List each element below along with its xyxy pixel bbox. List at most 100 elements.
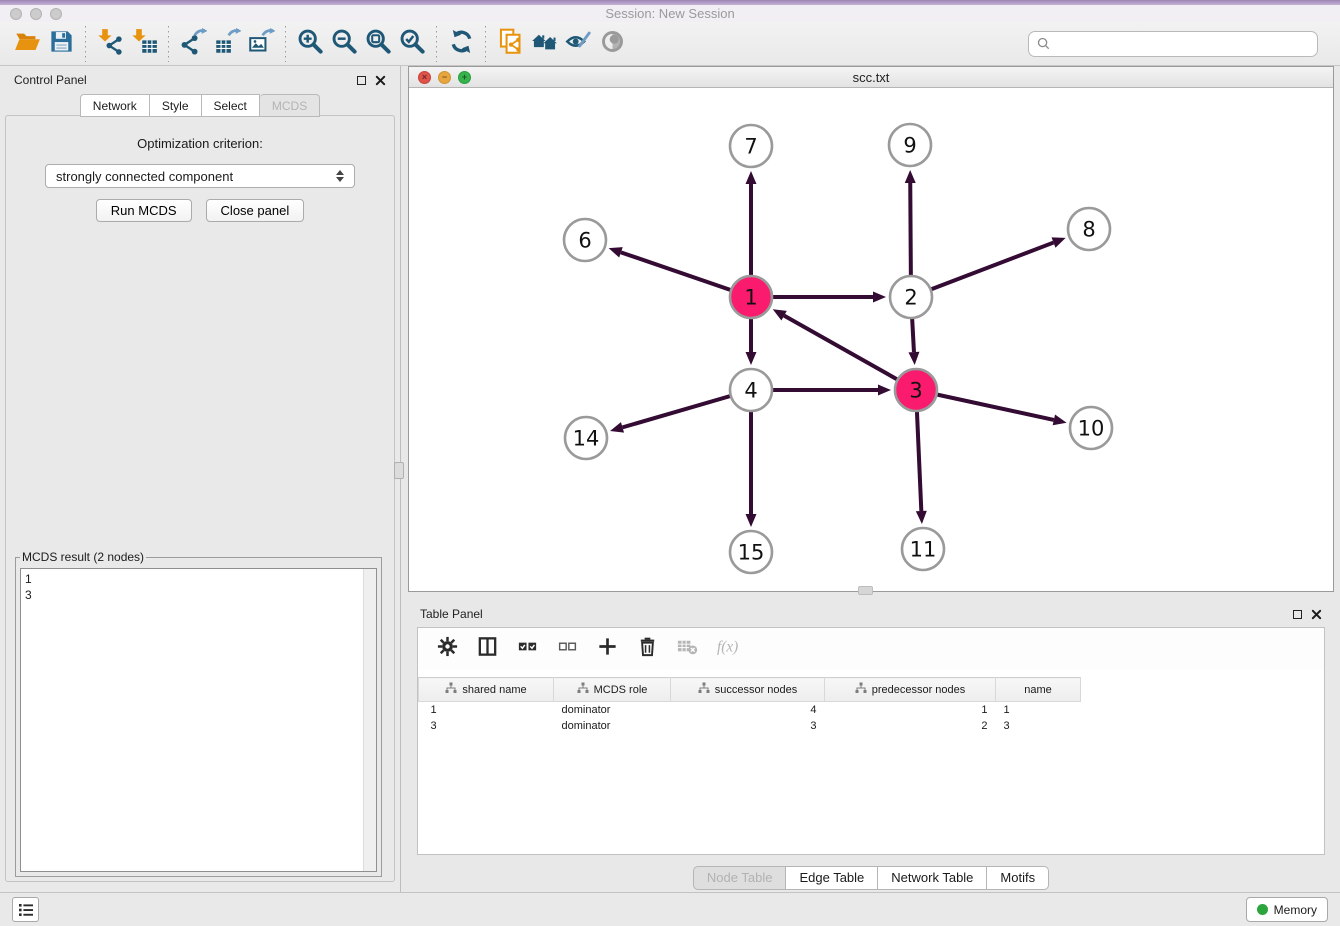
- export-network-icon: [180, 28, 207, 60]
- control-panel-tabs: NetworkStyleSelectMCDS: [0, 94, 400, 117]
- close-panel-button[interactable]: Close panel: [206, 199, 305, 222]
- function-builder-button: f(x): [716, 635, 739, 663]
- select-all-button[interactable]: [516, 635, 539, 663]
- close-panel-icon[interactable]: [375, 75, 386, 86]
- export-image-button[interactable]: [244, 27, 278, 61]
- zoom-fit-icon: [365, 28, 392, 60]
- zoom-in-button[interactable]: [293, 27, 327, 61]
- horizontal-split-handle[interactable]: [858, 586, 873, 595]
- export-table-button[interactable]: [210, 27, 244, 61]
- tree-icon: [698, 682, 710, 697]
- session-home-button[interactable]: [527, 27, 561, 61]
- result-scrollbar[interactable]: [363, 569, 376, 871]
- table-row[interactable]: 1dominator411: [419, 702, 1097, 718]
- edge-arrow-4-14: [610, 422, 624, 433]
- vertical-split-handle[interactable]: [394, 462, 404, 479]
- zoom-selected-icon: [399, 28, 426, 60]
- graph-node-9[interactable]: 9: [889, 124, 931, 166]
- graph-node-14[interactable]: 14: [565, 417, 607, 459]
- edge-arrow-4-15: [746, 514, 757, 527]
- graph-node-11[interactable]: 11: [902, 528, 944, 570]
- zoom-out-button[interactable]: [327, 27, 361, 61]
- search-input[interactable]: [1056, 37, 1309, 51]
- delete-column-button[interactable]: [636, 635, 659, 663]
- graph-node-7[interactable]: 7: [730, 125, 772, 167]
- graph-node-6[interactable]: 6: [564, 219, 606, 261]
- column-header-successor-nodes[interactable]: successor nodes: [671, 678, 825, 702]
- mcds-result-list[interactable]: 1 3: [20, 568, 377, 872]
- table-panel: Table Panel f(x) shared nameMCDS rolesuc…: [408, 600, 1334, 888]
- column-header-shared-name[interactable]: shared name: [419, 678, 554, 702]
- save-session-button[interactable]: [44, 27, 78, 61]
- show-graphics-details-icon: [599, 28, 626, 60]
- tab-network[interactable]: Network: [80, 94, 150, 117]
- graph-node-4[interactable]: 4: [730, 369, 772, 411]
- open-session-button[interactable]: [10, 27, 44, 61]
- node-label-6: 6: [578, 229, 591, 253]
- task-list-icon: [18, 903, 34, 917]
- duplicate-network-button[interactable]: [493, 27, 527, 61]
- criterion-dropdown[interactable]: strongly connected component: [45, 164, 355, 188]
- export-network-button[interactable]: [176, 27, 210, 61]
- column-header-name[interactable]: name: [996, 678, 1081, 702]
- split-columns-button[interactable]: [476, 635, 499, 663]
- table-panel-header: Table Panel: [408, 600, 1334, 628]
- edge-3-1[interactable]: [784, 316, 916, 390]
- graph-node-3[interactable]: 3: [895, 369, 937, 411]
- task-history-button[interactable]: [12, 897, 39, 922]
- cell-MCDS-role[interactable]: dominator: [554, 702, 671, 718]
- edge-2-8[interactable]: [911, 243, 1054, 297]
- edge-arrow-2-9: [905, 170, 916, 183]
- apply-layout-button[interactable]: [444, 27, 478, 61]
- graph-node-8[interactable]: 8: [1068, 208, 1110, 250]
- table-toolbar: f(x): [418, 628, 1324, 670]
- cell-predecessor-nodes[interactable]: 2: [825, 718, 996, 734]
- cell-shared-name[interactable]: 1: [419, 702, 554, 718]
- control-panel-header: Control Panel: [0, 66, 400, 94]
- float-panel-icon[interactable]: [357, 76, 366, 85]
- svg-text:f(x): f(x): [717, 638, 738, 655]
- show-graphics-details-button[interactable]: [595, 27, 629, 61]
- float-table-panel-icon[interactable]: [1293, 610, 1302, 619]
- settings-button[interactable]: [436, 635, 459, 663]
- cell-MCDS-role[interactable]: dominator: [554, 718, 671, 734]
- tab-mcds[interactable]: MCDS: [260, 94, 320, 117]
- graph-node-15[interactable]: 15: [730, 531, 772, 573]
- criterion-dropdown-value: strongly connected component: [56, 169, 233, 184]
- cell-successor-nodes[interactable]: 4: [671, 702, 825, 718]
- cell-predecessor-nodes[interactable]: 1: [825, 702, 996, 718]
- hide-graphics-details-button[interactable]: [561, 27, 595, 61]
- add-column-button[interactable]: [596, 635, 619, 663]
- cell-successor-nodes[interactable]: 3: [671, 718, 825, 734]
- deselect-all-button[interactable]: [556, 635, 579, 663]
- graph-node-1[interactable]: 1: [730, 276, 772, 318]
- toolbar-separator: [485, 26, 486, 62]
- tab-motifs[interactable]: Motifs: [987, 866, 1049, 890]
- graph-node-10[interactable]: 10: [1070, 407, 1112, 449]
- cell-name[interactable]: 1: [996, 702, 1081, 718]
- cell-name[interactable]: 3: [996, 718, 1081, 734]
- import-table-button[interactable]: [127, 27, 161, 61]
- zoom-selected-button[interactable]: [395, 27, 429, 61]
- cell-shared-name[interactable]: 3: [419, 718, 554, 734]
- table-row[interactable]: 3dominator323: [419, 718, 1097, 734]
- tab-style[interactable]: Style: [150, 94, 202, 117]
- control-panel-title: Control Panel: [14, 73, 87, 87]
- zoom-fit-button[interactable]: [361, 27, 395, 61]
- search-box[interactable]: [1028, 31, 1318, 57]
- close-table-panel-icon[interactable]: [1311, 609, 1322, 620]
- node-label-15: 15: [738, 541, 765, 565]
- tab-select[interactable]: Select: [202, 94, 260, 117]
- column-header-predecessor-nodes[interactable]: predecessor nodes: [825, 678, 996, 702]
- network-canvas[interactable]: 7 9 6 8 1 2 4 3 14 10 15 11: [409, 88, 1333, 591]
- tab-network-table[interactable]: Network Table: [878, 866, 987, 890]
- memory-button[interactable]: Memory: [1246, 897, 1328, 922]
- tab-edge-table[interactable]: Edge Table: [786, 866, 878, 890]
- import-network-button[interactable]: [93, 27, 127, 61]
- tab-node-table[interactable]: Node Table: [693, 866, 787, 890]
- run-mcds-button[interactable]: Run MCDS: [96, 199, 192, 222]
- graph-node-2[interactable]: 2: [890, 276, 932, 318]
- column-header-MCDS-role[interactable]: MCDS role: [554, 678, 671, 702]
- deselect-all-icon: [556, 635, 579, 663]
- import-network-icon: [97, 28, 124, 60]
